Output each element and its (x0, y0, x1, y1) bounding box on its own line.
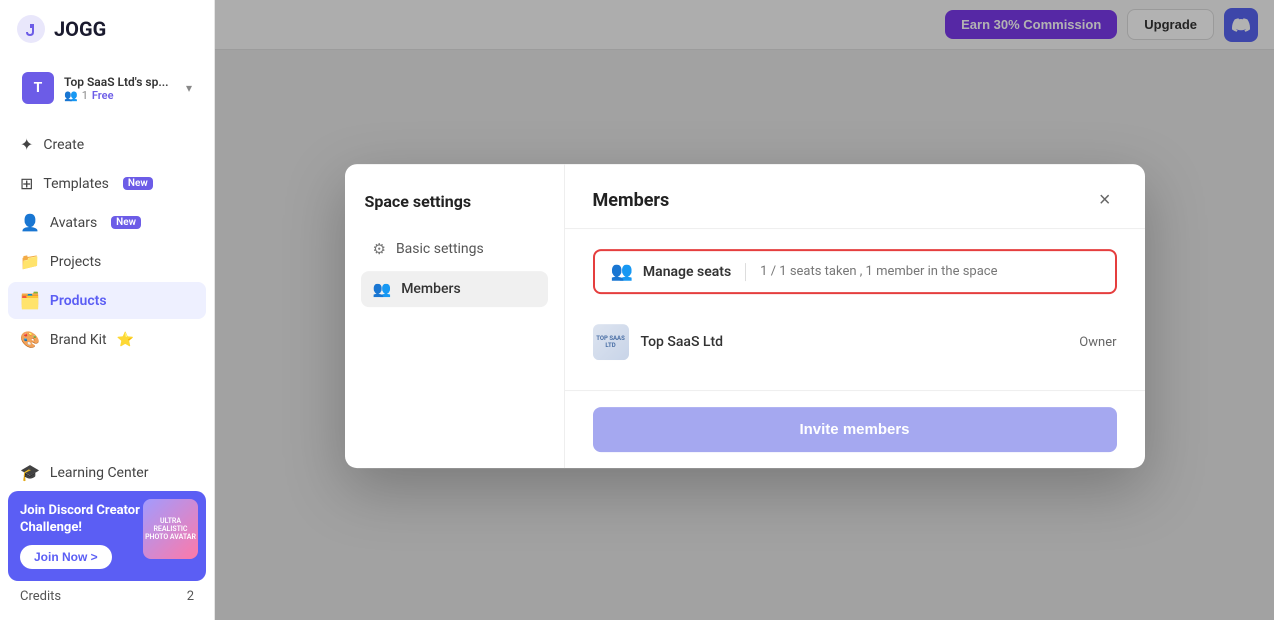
close-button[interactable]: × (1093, 188, 1117, 212)
member-row: TOP SAAS LTD Top SaaS Ltd Owner (593, 314, 1117, 370)
chevron-down-icon: ▾ (186, 81, 192, 95)
templates-icon: ⊞ (20, 174, 33, 193)
products-icon: 🗂️ (20, 291, 40, 310)
sidebar-item-templates[interactable]: ⊞ Templates New (8, 165, 206, 202)
workspace-info: Top SaaS Ltd's sp... 👥 1 Free (64, 75, 176, 102)
modal-inner: Space settings ⚙ Basic settings 👥 Member… (345, 164, 1145, 468)
seats-info: 1 / 1 seats taken , 1 member in the spac… (760, 264, 997, 279)
workspace-avatar: T (22, 72, 54, 104)
invite-members-button[interactable]: Invite members (593, 407, 1117, 452)
credits-count: 2 (187, 589, 194, 604)
member-role: Owner (1079, 335, 1116, 350)
members-icon: 👥 (373, 280, 392, 298)
workspace-name: Top SaaS Ltd's sp... (64, 75, 176, 89)
discord-promo-card: ULTRA REALISTIC PHOTO AVATAR Join Discor… (8, 491, 206, 581)
sidebar-item-create[interactable]: ✦ Create (8, 126, 206, 163)
brand-kit-icon: 🎨 (20, 330, 40, 349)
modal-footer: Invite members (565, 390, 1145, 468)
manage-seats-box: 👥 Manage seats 1 / 1 seats taken , 1 mem… (593, 249, 1117, 294)
manage-seats-icon: 👥 (611, 261, 633, 282)
manage-seats-button[interactable]: Manage seats (643, 264, 731, 280)
sidebar-item-projects[interactable]: 📁 Projects (8, 243, 206, 280)
workspace-selector[interactable]: T Top SaaS Ltd's sp... 👥 1 Free ▾ (8, 62, 206, 114)
modal-title: Members (593, 190, 670, 211)
modal-sidebar-item-members[interactable]: 👥 Members (361, 271, 548, 307)
sidebar-item-products[interactable]: 🗂️ Products (8, 282, 206, 319)
avatars-icon: 👤 (20, 213, 40, 232)
credits-row: Credits 2 (8, 581, 206, 612)
member-avatar: TOP SAAS LTD (593, 324, 629, 360)
member-name: Top SaaS Ltd (641, 334, 1068, 350)
settings-modal: Space settings ⚙ Basic settings 👥 Member… (345, 164, 1145, 468)
sidebar-nav: ✦ Create ⊞ Templates New 👤 Avatars New 📁… (0, 118, 214, 366)
modal-sidebar-item-basic-settings[interactable]: ⚙ Basic settings (361, 231, 548, 267)
sidebar-bottom: 🎓 Learning Center ULTRA REALISTIC PHOTO … (0, 446, 214, 620)
seats-divider (745, 263, 746, 281)
sidebar-item-avatars[interactable]: 👤 Avatars New (8, 204, 206, 241)
modal-main: Members × 👥 Manage seats 1 / 1 seats tak… (565, 164, 1145, 468)
learning-icon: 🎓 (20, 463, 40, 482)
modal-sidebar-title: Space settings (361, 192, 548, 211)
jogg-logo-icon (16, 14, 46, 44)
discord-thumb: ULTRA REALISTIC PHOTO AVATAR (143, 499, 198, 559)
modal-sidebar: Space settings ⚙ Basic settings 👥 Member… (345, 164, 565, 468)
join-now-button[interactable]: Join Now > (20, 545, 112, 569)
logo-text: JOGG (54, 17, 106, 41)
workspace-meta: 👥 1 Free (64, 89, 176, 102)
settings-icon: ⚙ (373, 240, 386, 258)
logo-area: JOGG (0, 0, 214, 58)
credits-label: Credits (20, 589, 61, 604)
sidebar-item-brand-kit[interactable]: 🎨 Brand Kit ⭐ (8, 321, 206, 358)
modal-header: Members × (565, 164, 1145, 229)
modal-body: 👥 Manage seats 1 / 1 seats taken , 1 mem… (565, 229, 1145, 390)
create-icon: ✦ (20, 135, 33, 154)
main-content: Earn 30% Commission Upgrade Space settin… (215, 0, 1274, 620)
sidebar-item-learning-center[interactable]: 🎓 Learning Center (8, 454, 206, 491)
projects-icon: 📁 (20, 252, 40, 271)
sidebar: JOGG T Top SaaS Ltd's sp... 👥 1 Free ▾ ✦… (0, 0, 215, 620)
